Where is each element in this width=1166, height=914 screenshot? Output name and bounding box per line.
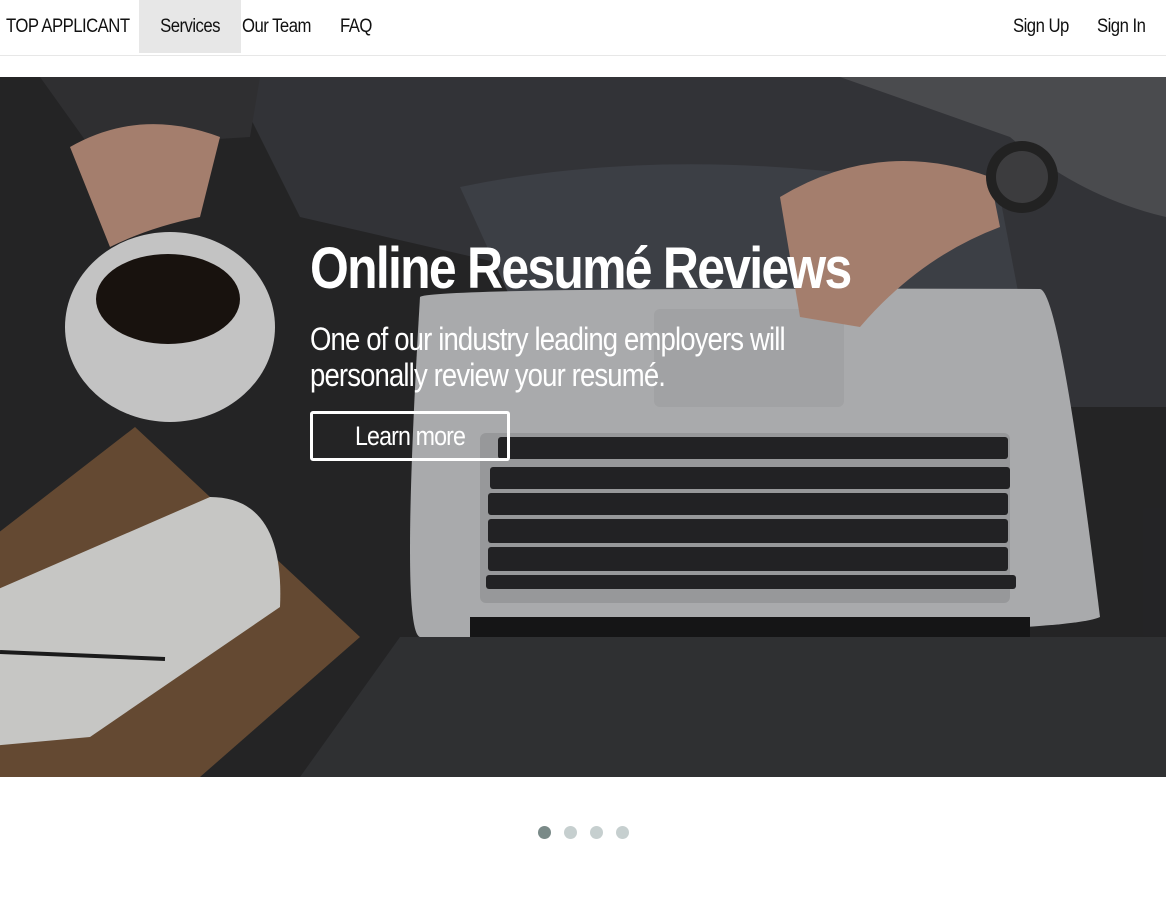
carousel-indicator-2[interactable]: [564, 826, 577, 839]
carousel-indicators: [538, 826, 638, 840]
learn-more-button[interactable]: Learn more: [310, 411, 510, 461]
nav-link-services[interactable]: Services: [139, 0, 241, 53]
hero-dark-overlay: [0, 77, 1166, 777]
hero-text: One of our industry leading employers wi…: [310, 321, 786, 393]
navbar: TOP APPLICANT Services Our Team FAQ Sign…: [0, 0, 1166, 56]
carousel-indicator-1[interactable]: [538, 826, 551, 839]
nav-link-faq[interactable]: FAQ: [340, 0, 372, 53]
brand-logo-link[interactable]: TOP APPLICANT: [6, 0, 130, 53]
nav-link-our-team[interactable]: Our Team: [242, 0, 311, 53]
carousel-indicator-4[interactable]: [616, 826, 629, 839]
sign-up-link[interactable]: Sign Up: [1013, 0, 1069, 53]
nav-link-services-label: Services: [160, 15, 220, 37]
carousel-indicator-3[interactable]: [590, 826, 603, 839]
hero-carousel-slide: Online Resumé Reviews One of our industr…: [0, 77, 1166, 777]
learn-more-label: Learn more: [354, 420, 466, 451]
sign-in-link[interactable]: Sign In: [1097, 0, 1146, 53]
hero-heading: Online Resumé Reviews: [310, 236, 852, 301]
